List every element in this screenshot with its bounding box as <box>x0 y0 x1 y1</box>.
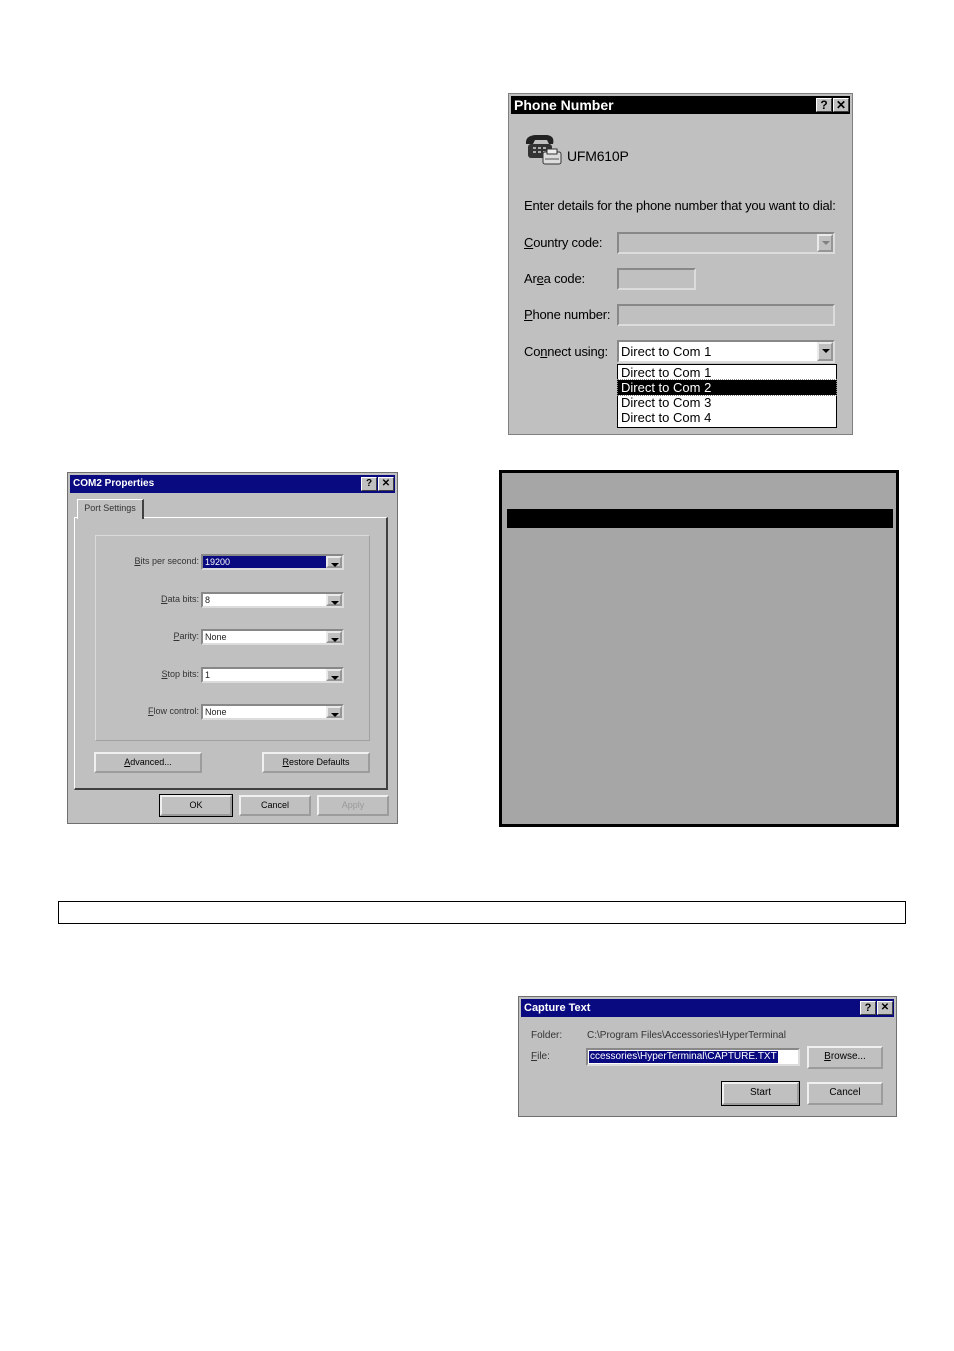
close-icon[interactable]: ✕ <box>877 1001 893 1015</box>
port-setting-value: None <box>205 632 227 642</box>
port-setting-label: Data bits: <box>160 594 199 604</box>
port-setting-select[interactable]: 8 <box>201 592 344 608</box>
area-code-label: Area code: <box>524 271 585 286</box>
port-setting-select[interactable]: 19200 <box>201 554 344 570</box>
chevron-down-icon[interactable] <box>326 556 342 568</box>
com2-title: COM2 Properties <box>73 478 155 489</box>
country-code-select[interactable] <box>617 232 835 254</box>
port-setting-value: None <box>205 707 227 717</box>
instruction-text: Enter details for the phone number that … <box>524 198 836 213</box>
cancel-button[interactable]: Cancel <box>239 795 311 816</box>
port-setting-label: Bits per second: <box>134 556 199 566</box>
port-setting-value: 1 <box>205 670 211 680</box>
port-setting-value: 8 <box>205 595 211 605</box>
port-setting-select[interactable]: None <box>201 629 344 645</box>
chevron-down-icon[interactable] <box>326 594 342 606</box>
port-setting-label: Stop bits: <box>161 669 199 679</box>
connection-name: UFM610P <box>567 148 629 164</box>
terminal-window <box>499 470 899 827</box>
folder-label: Folder: <box>531 1030 563 1041</box>
dropdown-option-highlighted[interactable]: Direct to Com 2 <box>617 379 837 396</box>
port-setting-value: 19200 <box>203 556 326 568</box>
phone-dialog-title-bar: Phone Number ? ✕ <box>511 96 850 114</box>
country-code-label: Country code: <box>524 235 603 250</box>
telephone-icon <box>525 135 562 165</box>
chevron-down-icon[interactable] <box>817 234 833 252</box>
close-icon[interactable]: ✕ <box>833 98 849 112</box>
phone-number-dialog: Phone Number ? ✕ UFM610P Enter details f… <box>508 93 853 435</box>
ok-button[interactable]: OK <box>159 794 233 817</box>
dropdown-option[interactable]: Direct to Com 4 <box>618 410 836 425</box>
port-setting-label: Flow control: <box>147 706 199 716</box>
help-icon[interactable]: ? <box>361 477 377 491</box>
connect-using-label: Connect using: <box>524 344 608 359</box>
chevron-down-icon[interactable] <box>326 669 342 681</box>
phone-number-input[interactable] <box>617 304 835 326</box>
help-icon[interactable]: ? <box>860 1001 876 1015</box>
connect-using-value: Direct to Com 1 <box>621 344 712 359</box>
com2-title-bar: COM2 Properties ? ✕ <box>70 475 395 493</box>
capture-text-dialog: Capture Text ? ✕ Folder: C:\Program File… <box>518 996 897 1117</box>
port-setting-label: Parity: <box>173 631 199 641</box>
advanced-button[interactable]: Advanced... <box>94 752 202 773</box>
dropdown-option[interactable]: Direct to Com 1 <box>618 365 836 380</box>
capture-title: Capture Text <box>524 1002 591 1014</box>
note-box <box>58 901 906 924</box>
folder-path: C:\Program Files\Accessories\HyperTermin… <box>587 1030 786 1041</box>
chevron-down-icon[interactable] <box>326 631 342 643</box>
phone-number-label: Phone number: <box>524 307 611 322</box>
chevron-down-icon[interactable] <box>326 706 342 718</box>
cancel-button[interactable]: Cancel <box>807 1082 883 1105</box>
file-label: File: <box>531 1051 550 1062</box>
chevron-down-icon[interactable] <box>817 342 833 361</box>
help-icon[interactable]: ? <box>816 98 832 112</box>
port-setting-select[interactable]: 1 <box>201 667 344 683</box>
restore-defaults-button[interactable]: Restore Defaults <box>262 752 370 773</box>
close-icon[interactable]: ✕ <box>378 477 394 491</box>
capture-title-bar: Capture Text ? ✕ <box>521 999 894 1017</box>
file-path-selected-text: ccessories\HyperTerminal\CAPTURE.TXT <box>589 1051 778 1063</box>
black-highlight-bar <box>507 509 893 528</box>
area-code-input[interactable] <box>617 268 696 290</box>
connect-using-dropdown-list: Direct to Com 1 Direct to Com 2 Direct t… <box>617 364 837 428</box>
connect-using-select[interactable]: Direct to Com 1 <box>617 340 835 363</box>
tab-port-settings[interactable]: Port Settings <box>77 499 144 519</box>
com2-properties-dialog: COM2 Properties ? ✕ Port Settings Bits p… <box>67 472 398 824</box>
browse-button[interactable]: Browse... <box>807 1046 883 1069</box>
file-path-input[interactable]: ccessories\HyperTerminal\CAPTURE.TXT <box>586 1048 800 1066</box>
apply-button[interactable]: Apply <box>317 795 389 816</box>
dropdown-option[interactable]: Direct to Com 3 <box>618 395 836 410</box>
port-setting-select[interactable]: None <box>201 704 344 720</box>
start-button[interactable]: Start <box>721 1081 800 1106</box>
phone-dialog-title: Phone Number <box>514 97 614 113</box>
